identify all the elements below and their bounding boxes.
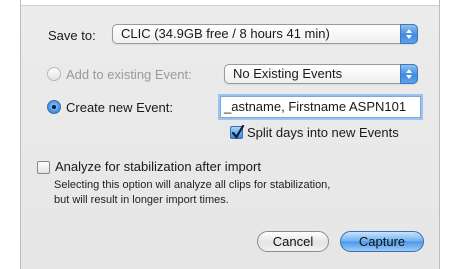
create-new-radio[interactable] — [47, 100, 61, 114]
save-to-popup[interactable]: CLIC (34.9GB free / 8 hours 41 min) — [112, 24, 418, 44]
stabilization-note-line-1: Selecting this option will analyze all c… — [54, 179, 331, 191]
popup-arrows-icon — [400, 24, 418, 44]
add-existing-radio[interactable] — [47, 67, 61, 81]
new-event-name-field[interactable]: _astname, Firstname ASPN101 — [218, 94, 423, 120]
stabilization-note-line-2: but will result in longer import times. — [54, 194, 229, 206]
existing-events-value: No Existing Events — [233, 66, 343, 81]
stabilization-label: Analyze for stabilization after import — [55, 159, 261, 174]
capture-button[interactable]: Capture — [340, 231, 424, 252]
split-days-label: Split days into new Events — [247, 125, 399, 140]
stabilization-note: Selecting this option will analyze all c… — [54, 178, 330, 208]
save-to-label: Save to: — [48, 28, 96, 43]
new-event-name-value: _astname, Firstname ASPN101 — [224, 99, 407, 114]
existing-events-popup[interactable]: No Existing Events — [224, 64, 418, 84]
import-options-sheet: Save to: CLIC (34.9GB free / 8 hours 41 … — [20, 0, 440, 269]
popup-arrows-icon — [400, 64, 418, 84]
add-existing-label: Add to existing Event: — [66, 67, 192, 82]
sheet-top-edge — [21, 0, 439, 6]
cancel-button[interactable]: Cancel — [257, 231, 329, 252]
stabilization-checkbox[interactable] — [37, 161, 50, 174]
save-to-value: CLIC (34.9GB free / 8 hours 41 min) — [121, 26, 330, 41]
split-days-checkbox[interactable] — [230, 124, 245, 139]
create-new-label: Create new Event: — [66, 100, 173, 115]
